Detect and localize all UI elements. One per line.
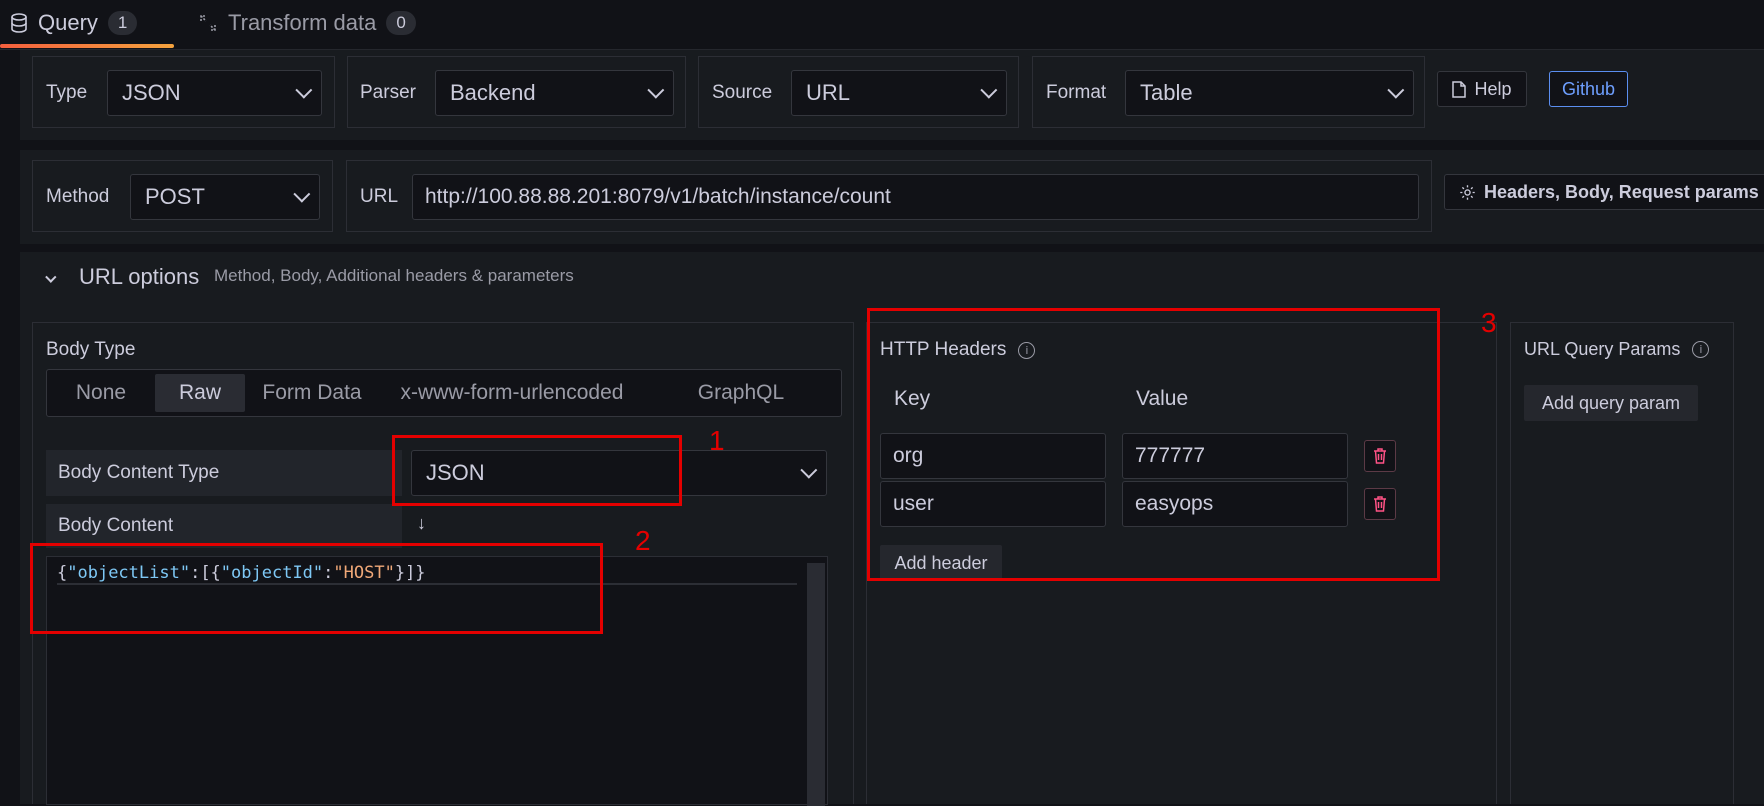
url-options-title: URL options [79,264,200,289]
database-icon [11,13,27,33]
parser-group: Parser Backend [347,56,686,128]
active-tab-indicator [0,44,174,48]
type-select[interactable]: JSON [107,70,322,116]
chevron-down-icon [980,81,998,99]
annotation-box-3 [867,308,1440,581]
body-type-none[interactable]: None [51,374,151,412]
source-label: Source [712,82,773,103]
format-select[interactable]: Table [1125,70,1414,116]
annotation-box-1 [392,435,682,506]
annotation-box-2 [30,543,603,634]
github-button[interactable]: Github [1549,71,1628,107]
github-button-label: Github [1561,78,1616,99]
document-icon [1452,80,1467,98]
transform-icon [200,15,216,31]
type-group: Type JSON [32,56,335,128]
body-type-form-data[interactable]: Form Data [247,374,377,412]
add-query-param-button[interactable]: Add query param [1524,385,1698,421]
url-input-value: http://100.88.88.201:8079/v1/batch/insta… [425,185,891,208]
query-params-title: URL Query Params [1524,339,1681,359]
url-group: URL http://100.88.88.201:8079/v1/batch/i… [346,160,1432,232]
tab-transform-data[interactable]: Transform data 0 [198,0,416,46]
source-select[interactable]: URL [791,70,1007,116]
format-select-value: Table [1140,80,1193,105]
type-label: Type [46,82,88,103]
chevron-down-icon [293,185,311,203]
parser-label: Parser [360,82,416,103]
body-type-graphql[interactable]: GraphQL [653,374,829,412]
query-params-title-row: URL Query Params i [1524,339,1710,360]
method-select-value: POST [145,184,205,209]
body-type-urlencoded[interactable]: x-www-form-urlencoded [379,374,645,412]
info-icon[interactable]: i [1692,341,1710,358]
format-label: Format [1046,82,1107,103]
tab-transform-count: 0 [386,11,416,35]
body-type-raw[interactable]: Raw [155,374,245,412]
parser-select-value: Backend [450,80,536,105]
tab-query-label: Query [38,10,98,35]
method-group: Method POST [32,160,333,232]
chevron-down-icon [800,461,818,479]
chevron-down-icon [295,81,313,99]
headers-body-params-label: Headers, Body, Request params [1484,181,1759,202]
url-options-subtitle: Method, Body, Additional headers & param… [214,266,574,285]
body-content-type-label: Body Content Type [46,450,402,496]
tab-transform-label: Transform data [228,10,377,35]
tab-query-count: 1 [107,11,138,35]
source-select-value: URL [806,80,851,105]
body-type-label: Body Type [46,339,136,360]
url-label: URL [360,186,399,207]
tab-bar: Query 1 Transform data 0 [0,0,1764,50]
headers-body-params-button[interactable]: Headers, Body, Request params [1444,174,1764,210]
url-input[interactable]: http://100.88.88.201:8079/v1/batch/insta… [412,174,1419,220]
chevron-down-icon [647,81,665,99]
help-button-label: Help [1474,78,1512,99]
body-type-segmented: None Raw Form Data x-www-form-urlencoded… [46,369,842,417]
parser-select[interactable]: Backend [435,70,674,116]
annotation-label-1: 1 [709,425,725,456]
format-group: Format Table [1032,56,1425,128]
source-group: Source URL [698,56,1019,128]
body-content-label: Body Content [46,504,402,548]
type-select-value: JSON [122,80,181,105]
arrow-down-icon[interactable]: ↓ [417,513,426,534]
chevron-down-icon [1387,81,1405,99]
query-params-panel: URL Query Params i Add query param [1510,322,1734,804]
method-select[interactable]: POST [130,174,320,220]
annotation-label-3: 3 [1481,307,1497,338]
editor-scrollbar[interactable] [807,563,825,806]
gear-icon [1460,184,1475,200]
method-label: Method [46,186,110,207]
help-button[interactable]: Help [1437,71,1527,107]
tab-query[interactable]: Query 1 [10,0,138,46]
annotation-label-2: 2 [635,525,651,556]
